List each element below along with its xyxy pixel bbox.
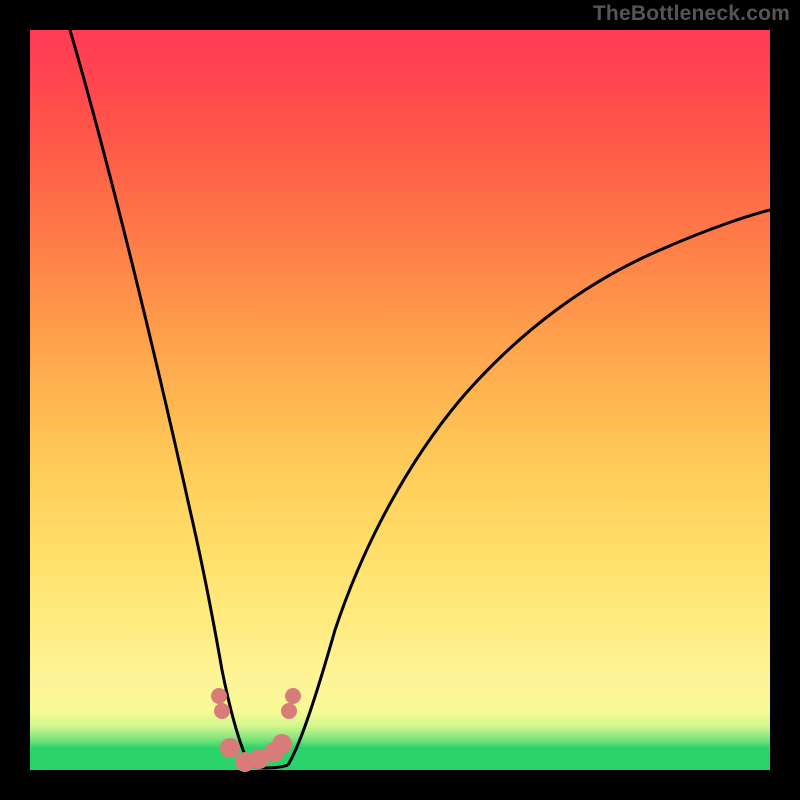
chart-root: TheBottleneck.com	[0, 0, 800, 800]
watermark-text: TheBottleneck.com	[593, 2, 790, 26]
marker-layer	[30, 30, 770, 770]
data-marker	[214, 703, 230, 719]
data-marker	[272, 734, 292, 754]
data-marker	[211, 688, 227, 704]
data-marker	[285, 688, 301, 704]
data-marker	[281, 703, 297, 719]
plot-area	[30, 30, 770, 770]
